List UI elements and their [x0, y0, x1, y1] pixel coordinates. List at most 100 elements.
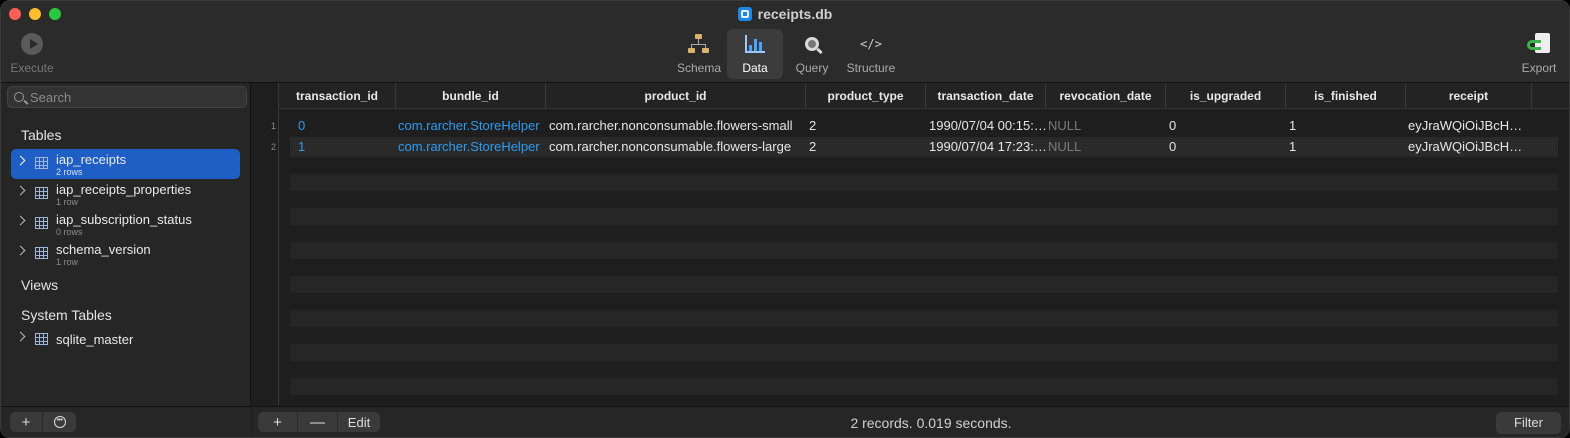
status-text: 2 records. 0.019 seconds.: [850, 415, 1012, 431]
table-icon: [35, 187, 48, 199]
column-header-is-upgraded[interactable]: is_upgraded: [1166, 83, 1286, 109]
chevron-right-icon[interactable]: [15, 331, 26, 342]
tab-structure[interactable]: </> Structure: [839, 29, 903, 79]
cell-product-id[interactable]: com.rarcher.nonconsumable.flowers-small: [549, 116, 804, 136]
cell-bundle-id[interactable]: com.rarcher.StoreHelper: [398, 137, 544, 157]
table-row-count: 1 row: [56, 257, 79, 267]
sidebar-item-iap-subscription-status[interactable]: iap_subscription_status 0 rows: [11, 209, 240, 239]
cell-is-finished[interactable]: 1: [1289, 137, 1404, 157]
column-header-product-id[interactable]: product_id: [546, 83, 806, 109]
empty-row: [290, 378, 1558, 395]
filter-button[interactable]: Filter: [1496, 412, 1561, 434]
table-icon: [35, 333, 48, 345]
table-name: iap_receipts: [56, 152, 127, 167]
row-number: 1: [270, 121, 276, 131]
cell-transaction-date[interactable]: 1990/07/04 17:23:…: [929, 137, 1047, 157]
column-header-product-type[interactable]: product_type: [806, 83, 926, 109]
cell-transaction-id[interactable]: 0: [298, 116, 388, 136]
column-header-transaction-id[interactable]: transaction_id: [279, 83, 396, 109]
cell-is-upgraded[interactable]: 0: [1169, 137, 1284, 157]
cell-bundle-id[interactable]: com.rarcher.StoreHelper: [398, 116, 544, 136]
table-icon: [35, 217, 48, 229]
empty-row: [290, 276, 1558, 293]
tables-heading: Tables: [21, 127, 62, 143]
sidebar-item-sqlite-master[interactable]: sqlite_master: [11, 325, 240, 355]
tab-structure-label: Structure: [846, 61, 896, 75]
cell-revocation-date[interactable]: NULL: [1048, 116, 1163, 136]
database-icon: [737, 7, 752, 21]
tab-data-label: Data: [742, 61, 768, 75]
search-input[interactable]: [30, 89, 230, 105]
cell-product-type[interactable]: 2: [809, 137, 924, 157]
system-tables-heading: System Tables: [21, 307, 112, 323]
export-button[interactable]: Export: [1509, 29, 1569, 79]
data-grid-panel: transaction_id bundle_id product_id prod…: [252, 83, 1569, 437]
more-options-button[interactable]: •••: [43, 412, 76, 432]
table-row[interactable]: 0 com.rarcher.StoreHelper com.rarcher.no…: [279, 116, 1569, 136]
search-field[interactable]: [7, 86, 247, 108]
sidebar-button-group: + •••: [10, 412, 76, 432]
column-header-revocation-date[interactable]: revocation_date: [1046, 83, 1166, 109]
table-row-count: 2 rows: [56, 167, 83, 177]
cell-product-id[interactable]: com.rarcher.nonconsumable.flowers-large: [549, 137, 804, 157]
chevron-right-icon[interactable]: [15, 245, 26, 256]
cell-product-type[interactable]: 2: [809, 116, 924, 136]
table-name: sqlite_master: [56, 332, 134, 347]
schema-tree-icon: [688, 34, 710, 54]
sidebar-item-iap-receipts[interactable]: iap_receipts 2 rows: [11, 149, 240, 179]
table-icon: [35, 157, 48, 169]
views-heading: Views: [21, 277, 59, 293]
code-icon: </>: [860, 37, 882, 51]
empty-row: [290, 242, 1558, 259]
table-name: iap_subscription_status: [56, 212, 192, 227]
chevron-right-icon[interactable]: [15, 215, 26, 226]
sidebar: Tables iap_receipts 2 rows iap_receipts_…: [1, 83, 251, 437]
play-icon: [21, 33, 43, 55]
table-row-count: 1 row: [56, 197, 79, 207]
grid-footer: + — Edit 2 records. 0.019 seconds. Filte…: [252, 406, 1569, 437]
empty-row: [290, 344, 1558, 361]
column-header-is-finished[interactable]: is_finished: [1286, 83, 1406, 109]
ellipsis-circle-icon: •••: [53, 416, 66, 428]
cell-revocation-date[interactable]: NULL: [1048, 137, 1163, 157]
cell-is-upgraded[interactable]: 0: [1169, 116, 1284, 136]
sidebar-item-iap-receipts-properties[interactable]: iap_receipts_properties 1 row: [11, 179, 240, 209]
execute-label: Execute: [10, 61, 54, 75]
window-title-text: receipts.db: [757, 6, 833, 22]
cell-receipt[interactable]: eyJraWQiOiJBcH…: [1408, 137, 1528, 157]
search-icon: [14, 92, 24, 102]
sidebar-item-schema-version[interactable]: schema_version 1 row: [11, 239, 240, 269]
magnifier-icon: [805, 37, 819, 51]
table-row[interactable]: 1 com.rarcher.StoreHelper com.rarcher.no…: [290, 137, 1558, 157]
column-header-transaction-date[interactable]: transaction_date: [926, 83, 1046, 109]
app-window: receipts.db Execute Schema Data Query </…: [0, 0, 1570, 438]
execute-button[interactable]: Execute: [3, 29, 61, 79]
cell-is-finished[interactable]: 1: [1289, 116, 1404, 136]
table-name: schema_version: [56, 242, 151, 257]
row-number: 2: [270, 142, 276, 152]
empty-row: [290, 310, 1558, 327]
bar-chart-icon: [745, 35, 765, 53]
cell-transaction-id[interactable]: 1: [298, 137, 388, 157]
empty-row: [290, 174, 1558, 191]
column-header-receipt[interactable]: receipt: [1406, 83, 1532, 109]
table-name: iap_receipts_properties: [56, 182, 192, 197]
export-label: Export: [1521, 61, 1557, 75]
tab-schema-label: Schema: [676, 61, 722, 75]
table-row-count: 0 rows: [56, 227, 83, 237]
table-icon: [35, 247, 48, 259]
cell-transaction-date[interactable]: 1990/07/04 00:15:…: [929, 116, 1047, 136]
title-bar: receipts.db Execute Schema Data Query </…: [1, 1, 1569, 83]
cell-receipt[interactable]: eyJraWQiOiJBcH…: [1408, 116, 1528, 136]
export-icon: [1527, 32, 1551, 56]
empty-row: [290, 208, 1558, 225]
tab-data[interactable]: Data: [727, 29, 783, 79]
window-title: receipts.db: [1, 6, 1569, 22]
chevron-right-icon[interactable]: [15, 185, 26, 196]
tab-query[interactable]: Query: [782, 29, 842, 79]
add-table-button[interactable]: +: [10, 412, 43, 432]
column-header-bundle-id[interactable]: bundle_id: [396, 83, 546, 109]
tab-query-label: Query: [795, 61, 829, 75]
tab-schema[interactable]: Schema: [669, 29, 729, 79]
chevron-right-icon[interactable]: [15, 155, 26, 166]
